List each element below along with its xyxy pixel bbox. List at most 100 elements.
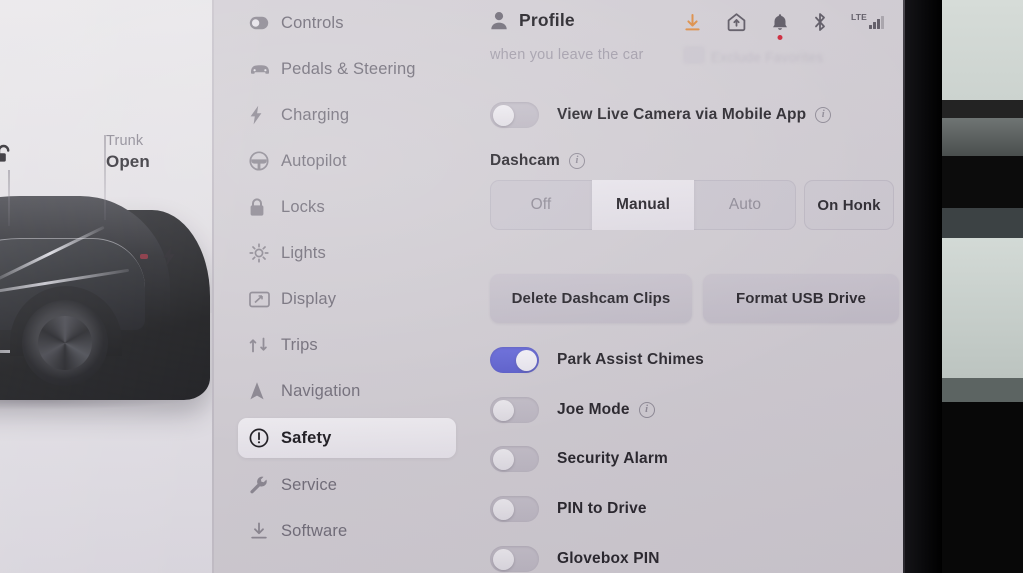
safety-settings-content: Profile LTE when you leave the car Exclu… [471,0,903,573]
lightning-bolt-icon [249,104,275,126]
security-alarm-toggle[interactable] [490,446,539,472]
person-icon [490,11,508,30]
sidebar-item-pedals-steering[interactable]: Pedals & Steering [238,49,456,89]
scrolled-partial-text: when you leave the car [490,47,644,63]
trunk-callout-value: Open [106,152,150,171]
car-front-icon [249,58,275,80]
row-label: View Live Camera via Mobile App i [557,106,832,124]
row-label: Glovebox PIN [557,550,660,568]
toggle-switch-icon [249,12,275,34]
screen-bezel [900,0,942,573]
sidebar-label: Controls [281,13,344,32]
sidebar-item-display[interactable]: Display [238,279,456,319]
row-label: Security Alarm [557,450,668,468]
sidebar-item-service[interactable]: Service [238,465,456,505]
pin-to-drive-label: PIN to Drive [557,500,647,517]
trunk-callout[interactable]: Trunk Open [106,132,150,173]
sidebar-label: Charging [281,105,350,124]
row-label: PIN to Drive [557,500,647,518]
park-assist-chimes-toggle[interactable] [490,347,539,373]
tesla-touchscreen-photo: Trunk Open Controls Pedals & Steering Ch… [0,0,1023,573]
sidebar-item-navigation[interactable]: Navigation [238,371,456,411]
display-screen-icon [249,288,275,310]
bell-icon[interactable] [771,13,789,40]
steering-wheel-icon [249,150,275,172]
row-park-assist-chimes[interactable]: Park Assist Chimes [490,347,704,373]
exclamation-circle-icon [249,427,275,449]
charge-port-indicator [140,254,148,259]
row-security-alarm[interactable]: Security Alarm [490,446,668,472]
sun-brightness-icon [249,242,275,264]
sidebar-label: Display [281,289,337,308]
wrench-icon [249,474,275,496]
unlock-open-icon[interactable] [0,142,18,173]
security-alarm-label: Security Alarm [557,450,668,467]
download-tray-icon [249,520,275,542]
sidebar-label: Pedals & Steering [281,59,416,78]
row-view-live-camera[interactable]: View Live Camera via Mobile App i [490,102,832,128]
row-pin-to-drive[interactable]: PIN to Drive [490,496,647,522]
sidebar-item-software[interactable]: Software [238,511,456,551]
status-bar: LTE [683,12,884,40]
format-usb-drive-button[interactable]: Format USB Drive [703,274,899,323]
joe-mode-toggle[interactable] [490,397,539,423]
row-label: Park Assist Chimes [557,351,704,369]
sidebar-item-lights[interactable]: Lights [238,233,456,273]
sidebar-item-trips[interactable]: Trips [238,325,456,365]
sidebar-label: Locks [281,197,325,216]
sidebar-item-charging[interactable]: Charging [238,95,456,135]
padlock-closed-icon [249,196,275,218]
view-live-camera-label: View Live Camera via Mobile App [557,106,807,123]
glovebox-pin-toggle[interactable] [490,546,539,572]
touchscreen-display: Trunk Open Controls Pedals & Steering Ch… [0,0,903,573]
sidebar-label: Navigation [281,381,361,400]
home-link-icon[interactable] [726,12,747,32]
scrolled-partial-text-right: Exclude Favorites [711,50,824,65]
sidebar-label: Lights [281,243,326,262]
lte-label: LTE [851,11,868,22]
settings-sidebar: Controls Pedals & Steering Charging Auto… [213,0,471,573]
sidebar-label: Service [281,475,338,494]
dashcam-section-label: Dashcam [490,152,560,169]
page-title: Profile [519,10,575,30]
dashcam-option-auto[interactable]: Auto [694,180,796,230]
dashcam-section: Dashcam i [490,152,585,170]
notification-badge-dot [777,34,783,40]
row-label: Joe Mode i [557,401,655,419]
dashcam-option-manual[interactable]: Manual [592,180,694,230]
info-icon[interactable]: i [638,402,655,418]
navigation-arrow-icon [249,380,275,402]
info-icon[interactable]: i [815,107,832,123]
sidebar-item-autopilot[interactable]: Autopilot [238,141,456,181]
sidebar-item-safety[interactable]: Safety [238,418,456,458]
sidebar-label: Autopilot [281,151,347,170]
dashcam-option-off[interactable]: Off [490,180,592,230]
bluetooth-icon[interactable] [813,12,827,32]
row-glovebox-pin[interactable]: Glovebox PIN [490,546,660,572]
glovebox-pin-label: Glovebox PIN [557,550,660,567]
lte-signal-icon[interactable]: LTE [851,12,884,29]
info-icon[interactable]: i [568,153,585,169]
park-assist-chimes-label: Park Assist Chimes [557,351,704,368]
delete-dashcam-clips-button[interactable]: Delete Dashcam Clips [490,274,692,323]
trunk-callout-label: Trunk [106,133,144,149]
sidebar-label: Trips [281,335,318,354]
download-arrow-icon[interactable] [683,13,702,32]
profile-header[interactable]: Profile [490,10,575,31]
dashcam-mode-segmented-control[interactable]: Off Manual Auto [490,180,796,230]
car-visualization-pane[interactable]: Trunk Open [0,0,212,573]
background-environment [900,0,1023,573]
trips-route-icon [249,334,275,356]
callout-leader-trunk [104,135,106,220]
view-live-camera-toggle[interactable] [490,102,539,128]
sidebar-item-locks[interactable]: Locks [238,187,456,227]
callout-leader-lock [8,170,10,226]
lightning-bolt-icon[interactable] [160,245,178,272]
sidebar-item-controls[interactable]: Controls [238,3,456,43]
pin-to-drive-toggle[interactable] [490,496,539,522]
sidebar-label: Software [281,521,348,540]
dashcam-on-honk-button[interactable]: On Honk [804,180,894,230]
joe-mode-label: Joe Mode [557,401,630,418]
sidebar-label: Safety [281,428,332,447]
row-joe-mode[interactable]: Joe Mode i [490,397,655,423]
